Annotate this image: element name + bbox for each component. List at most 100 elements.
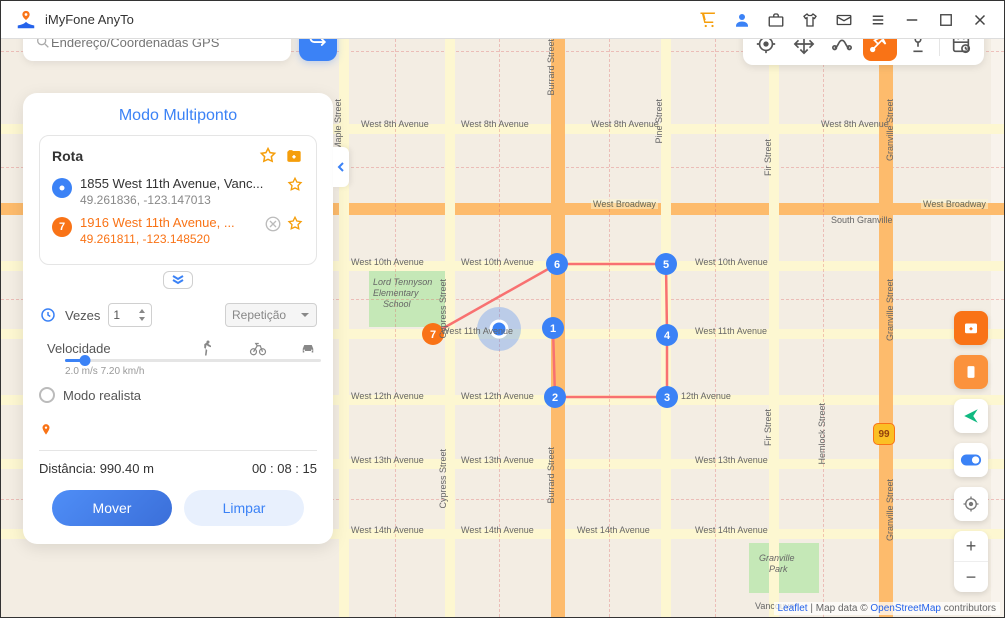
waypoint-address: 1855 West 11th Avenue, Vanc... [80, 176, 278, 191]
waypoint-marker-icon [52, 178, 72, 198]
street-label: Cypress Street [438, 279, 448, 339]
zoom-in-button[interactable]: + [954, 531, 988, 561]
panel-title: Modo Multiponto [39, 107, 317, 125]
route-panel: Modo Multiponto Rota 1855 West 11th Aven… [23, 93, 333, 544]
chevron-down-icon [300, 311, 310, 319]
street-label: Granville Street [885, 279, 895, 341]
svg-text:1: 1 [550, 323, 556, 335]
recenter-button[interactable] [954, 487, 988, 521]
app-logo-icon [15, 9, 37, 31]
street-label: West 10th Avenue [351, 257, 424, 267]
favorite-waypoint-icon[interactable] [286, 215, 304, 233]
street-label: West 13th Avenue [461, 455, 534, 465]
realistic-mode-label: Modo realista [63, 388, 141, 403]
user-icon[interactable] [732, 10, 752, 30]
waypoint-address: 1916 West 11th Avenue, ... [80, 215, 256, 230]
street-label: West 11th Avenue [695, 326, 767, 336]
poi-label: School [383, 299, 411, 309]
car-icon[interactable] [299, 339, 317, 357]
poi-label: Lord Tennyson [373, 277, 432, 287]
send-button[interactable] [954, 399, 988, 433]
street-label: Fir Street [763, 409, 773, 446]
street-label: West 12th Avenue [351, 391, 424, 401]
poi-label: Granville [759, 553, 795, 563]
waypoint-marker-icon: 7 [52, 217, 72, 237]
realistic-mode-radio[interactable] [39, 387, 55, 403]
minimize-icon[interactable] [902, 10, 922, 30]
cart-icon[interactable] [698, 10, 718, 30]
street-label: West 14th Avenue [461, 525, 534, 535]
street-label: West 10th Avenue [695, 257, 768, 267]
street-label: Hemlock Street [817, 403, 827, 465]
maximize-icon[interactable] [936, 10, 956, 30]
add-favorite-button[interactable] [954, 311, 988, 345]
map-side-controls: + − [954, 311, 988, 592]
toggle-button[interactable] [954, 443, 988, 477]
poi-label: Elementary [373, 288, 419, 298]
collapse-panel-button[interactable] [333, 147, 349, 187]
waypoint-start: 1855 West 11th Avenue, Vanc... 49.261836… [52, 176, 304, 207]
waypoint-end: 7 1916 West 11th Avenue, ... 49.261811, … [52, 215, 304, 246]
app-title: iMyFone AnyTo [45, 12, 698, 27]
street-label: Burrard Street [546, 447, 556, 504]
clear-button[interactable]: Limpar [184, 490, 304, 526]
titlebar-actions [698, 10, 990, 30]
route-card: Rota 1855 West 11th Avenue, Vanc... 49.2… [39, 135, 317, 265]
expand-waypoints-button[interactable] [163, 271, 193, 289]
street-label: Cypress Street [438, 449, 448, 509]
osm-link[interactable]: OpenStreetMap [870, 603, 941, 614]
street-label: Pine Street [654, 99, 664, 144]
street-label: Burrard Street [546, 39, 556, 96]
svg-text:6: 6 [554, 259, 560, 271]
route-label: Rota [52, 148, 83, 164]
remove-waypoint-icon[interactable] [264, 215, 282, 233]
street-label: West 14th Avenue [577, 525, 650, 535]
street-label: West 8th Avenue [461, 119, 529, 129]
repeat-select[interactable]: Repetição [225, 303, 317, 327]
poi-label: Park [769, 564, 788, 574]
street-label: West 11th Avenue [441, 326, 513, 336]
street-label: South Granville [831, 215, 893, 225]
duration-value: 00 : 08 : 15 [252, 461, 317, 476]
shirt-icon[interactable] [800, 10, 820, 30]
move-button[interactable]: Mover [52, 490, 172, 526]
zoom-out-button[interactable]: − [954, 562, 988, 592]
mail-icon[interactable] [834, 10, 854, 30]
bike-icon[interactable] [249, 339, 267, 357]
save-route-icon[interactable] [284, 146, 304, 166]
street-label: West 8th Avenue [591, 119, 659, 129]
street-label: 12th Avenue [681, 391, 731, 401]
distance-label: Distância: 990.40 m [39, 461, 154, 476]
close-icon[interactable] [970, 10, 990, 30]
svg-text:5: 5 [663, 259, 669, 271]
street-label: Fir Street [763, 139, 773, 176]
street-label: Granville Street [885, 479, 895, 541]
waypoint-coords: 49.261811, -123.148520 [80, 232, 256, 246]
street-label: Maple Street [333, 99, 343, 150]
speed-label: Velocidade [47, 341, 111, 356]
street-label: West 8th Avenue [821, 119, 889, 129]
svg-text:7: 7 [430, 329, 436, 341]
svg-text:3: 3 [664, 392, 670, 404]
favorite-waypoint-icon[interactable] [286, 176, 304, 194]
speed-slider[interactable] [65, 359, 321, 362]
titlebar: iMyFone AnyTo [1, 1, 1004, 39]
waypoint-coords: 49.261836, -123.147013 [80, 193, 278, 207]
menu-icon[interactable] [868, 10, 888, 30]
svg-text:4: 4 [664, 330, 671, 342]
street-label: Granville Street [885, 99, 895, 161]
street-label: West 13th Avenue [695, 455, 768, 465]
briefcase-icon[interactable] [766, 10, 786, 30]
street-label: West 14th Avenue [695, 525, 768, 535]
times-label: Vezes [65, 308, 100, 323]
walk-icon[interactable] [199, 339, 217, 357]
stepper-icon[interactable] [137, 307, 147, 323]
device-button[interactable] [954, 355, 988, 389]
leaflet-link[interactable]: Leaflet [778, 603, 808, 614]
street-label: West 14th Avenue [351, 525, 424, 535]
map-attribution: Leaflet | Map data © OpenStreetMap contr… [774, 602, 1000, 615]
favorite-route-icon[interactable] [258, 146, 278, 166]
times-input[interactable]: 1 [108, 303, 152, 327]
times-icon [39, 306, 57, 324]
pin-icon [39, 421, 317, 444]
